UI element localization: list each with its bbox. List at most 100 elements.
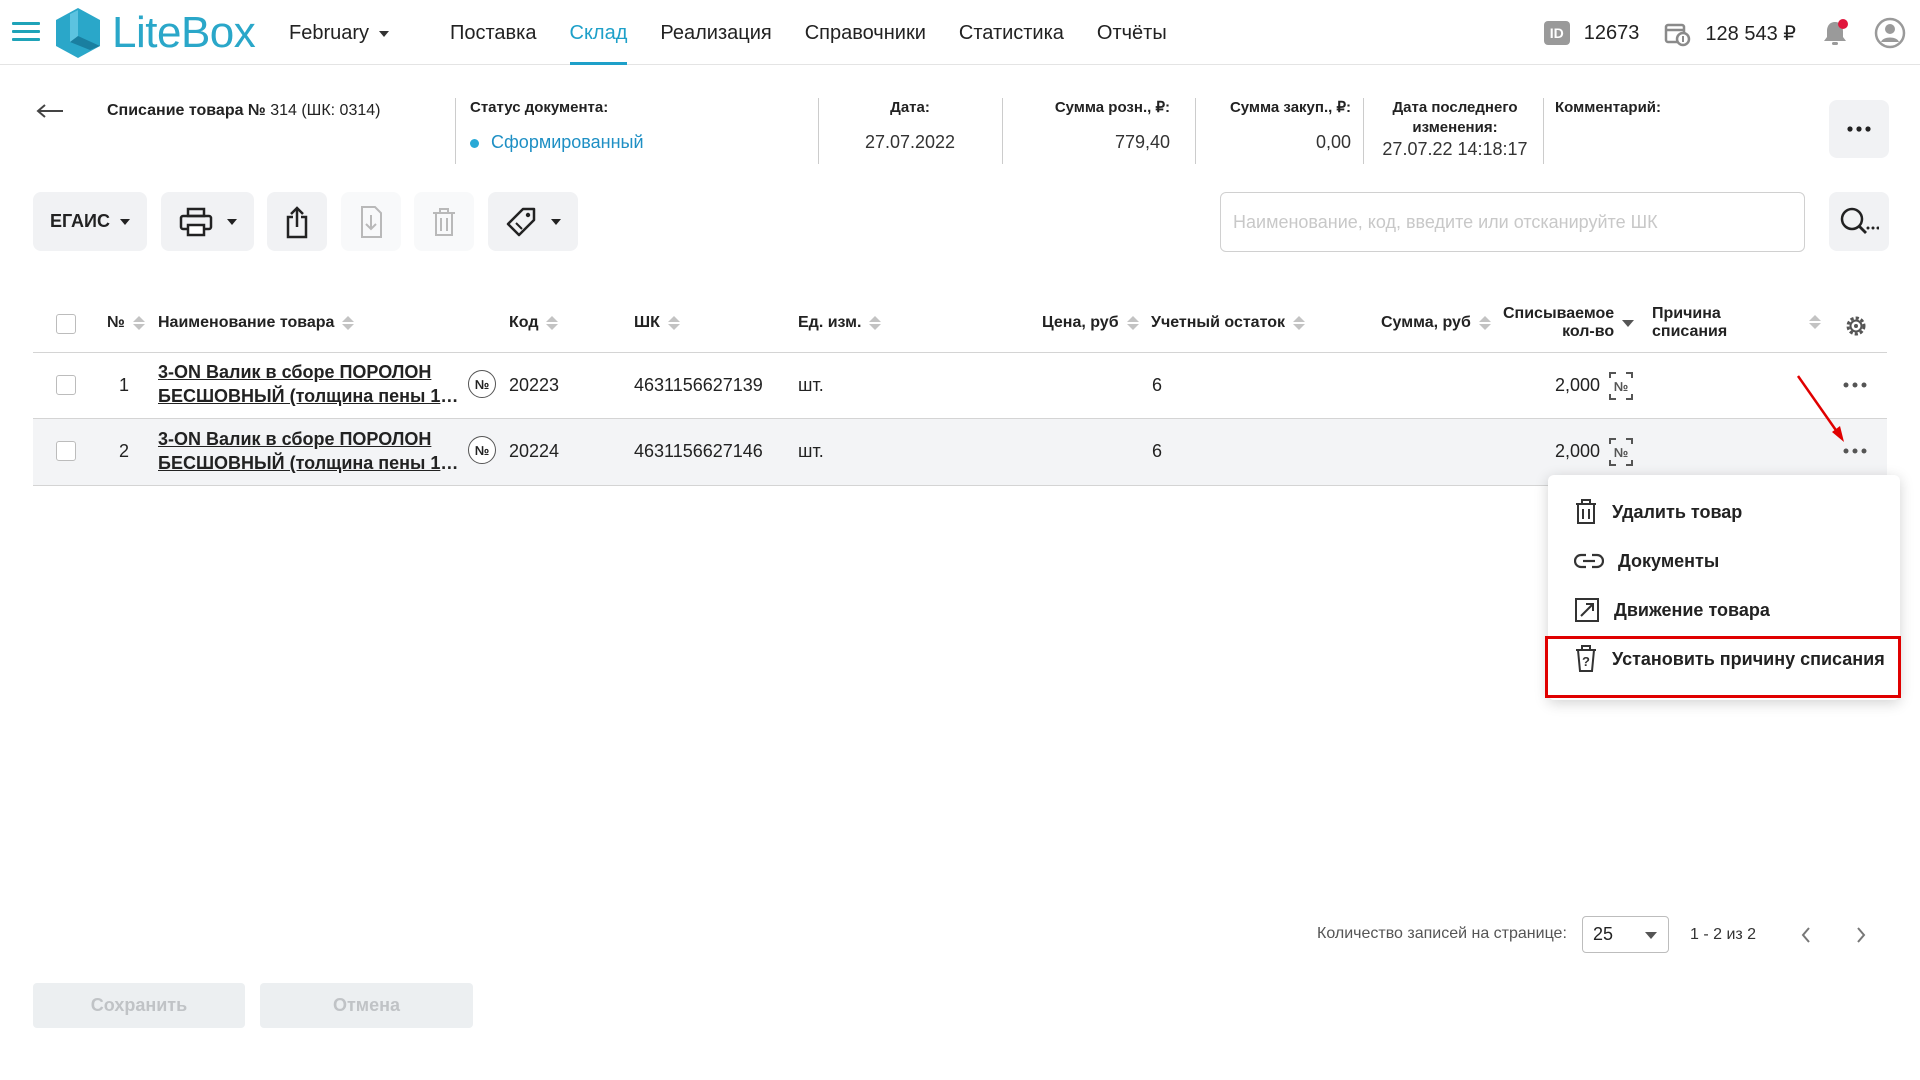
row-writeoff-qty[interactable]: 2,000 <box>1555 375 1600 396</box>
row-stock: 6 <box>1152 441 1163 461</box>
price-tag-button[interactable] <box>488 192 578 251</box>
printer-icon <box>179 207 212 236</box>
menu-item-documents[interactable]: Документы <box>1574 541 1719 581</box>
product-name-link[interactable]: 3-ON Валик в сборе ПОРОЛОН БЕСШОВНЫЙ (то… <box>158 360 463 408</box>
delete-button[interactable] <box>414 192 474 251</box>
nav-item-warehouse[interactable]: Склад <box>569 0 627 65</box>
nav-item-directories[interactable]: Справочники <box>805 0 926 65</box>
column-header-writeoff-qty[interactable]: Списываемое кол-во <box>1503 305 1635 341</box>
link-icon <box>1574 553 1604 569</box>
export-button[interactable] <box>267 192 327 251</box>
column-header-sum[interactable]: Сумма, руб <box>1381 314 1491 332</box>
print-button[interactable] <box>161 192 254 251</box>
gear-icon[interactable] <box>1844 314 1868 338</box>
column-header-price[interactable]: Цена, руб <box>1042 314 1139 332</box>
user-avatar-icon[interactable] <box>1874 17 1906 49</box>
row-writeoff-qty[interactable]: 2,000 <box>1555 441 1600 462</box>
column-header-unit[interactable]: Ед. изм. <box>798 314 882 332</box>
date-value: 27.07.2022 <box>864 132 956 152</box>
column-header-name[interactable]: Наименование товара <box>158 314 355 332</box>
barcode-number-icon[interactable]: № <box>1608 437 1634 467</box>
row-unit: шт. <box>798 441 824 461</box>
search-button[interactable] <box>1829 192 1889 251</box>
menu-item-label: Удалить товар <box>1612 501 1743 522</box>
select-all-checkbox[interactable] <box>56 314 76 334</box>
egais-button[interactable]: ЕГАИС <box>33 192 147 251</box>
menu-item-product-movement[interactable]: Движение товара <box>1574 590 1770 630</box>
status-dot-icon <box>470 138 479 148</box>
trash-icon <box>1576 499 1596 524</box>
row-num: 1 <box>119 375 130 395</box>
sort-icon <box>1292 316 1305 330</box>
divider <box>818 98 819 164</box>
last-change-label-2: изменения: <box>1412 119 1498 136</box>
barcode-number-icon[interactable]: № <box>1608 371 1634 401</box>
menu-item-label: Движение товара <box>1614 599 1770 620</box>
cancel-button[interactable]: Отмена <box>260 983 473 1028</box>
product-name-link[interactable]: 3-ON Валик в сборе ПОРОЛОН БЕСШОВНЫЙ (то… <box>158 427 463 475</box>
sort-icon <box>1478 316 1491 330</box>
import-button[interactable] <box>341 192 401 251</box>
menu-item-label: Документы <box>1618 550 1720 571</box>
store-selector[interactable]: February <box>289 22 390 45</box>
column-header-sum-label: Сумма, руб <box>1381 314 1471 331</box>
id-icon: ID <box>1543 21 1570 45</box>
row-more-icon[interactable] <box>1843 448 1867 454</box>
menu-item-delete-product[interactable]: Удалить товар <box>1574 492 1742 532</box>
column-header-stock[interactable]: Учетный остаток <box>1151 314 1305 332</box>
chevron-down-icon <box>551 218 561 225</box>
user-id: 12673 <box>1583 21 1640 44</box>
purchase-sum-value: 0,00 <box>1315 132 1351 152</box>
nav-item-reports[interactable]: Отчёты <box>1097 0 1167 65</box>
logo-text: LiteBox <box>112 8 256 57</box>
retail-sum-value: 779,40 <box>1114 132 1170 152</box>
document-title-number: 314 (ШК: 0314) <box>265 102 381 119</box>
column-header-reason[interactable]: Причина списания <box>1652 305 1727 341</box>
svg-text:№: № <box>1614 379 1629 394</box>
number-badge-icon[interactable]: № <box>468 370 496 398</box>
bell-icon[interactable] <box>1820 18 1850 48</box>
column-header-barcode[interactable]: ШК <box>634 314 680 332</box>
row-checkbox[interactable] <box>56 375 76 395</box>
number-badge-icon[interactable]: № <box>468 436 496 464</box>
sort-icon[interactable] <box>1809 315 1821 329</box>
product-name-line-1: 3-ON Валик в сборе ПОРОЛОН <box>158 362 432 382</box>
column-header-code[interactable]: Код <box>509 314 559 332</box>
nav-item-supply[interactable]: Поставка <box>450 0 537 65</box>
last-change-value: 27.07.22 14:18:17 <box>1382 139 1528 159</box>
sort-icon <box>869 316 882 330</box>
comment-block: Комментарий: <box>1555 98 1661 118</box>
document-more-button[interactable] <box>1829 100 1889 158</box>
document-title-bold: Списание товара № <box>107 102 266 119</box>
product-name-line-2: БЕСШОВНЫЙ (толщина пены 12 мм) <box>158 386 463 406</box>
chevron-down-icon <box>379 30 390 37</box>
row-checkbox[interactable] <box>56 441 76 461</box>
wallet-icon <box>1665 23 1691 47</box>
menu-icon[interactable] <box>12 22 40 44</box>
logo[interactable]: LiteBox <box>52 4 256 62</box>
divider <box>1002 98 1003 164</box>
pagination-range: 1 - 2 из 2 <box>1690 926 1757 943</box>
chevron-right-icon[interactable] <box>1855 926 1867 944</box>
divider <box>455 98 456 164</box>
column-header-name-label: Наименование товара <box>158 314 335 331</box>
purchase-sum-label: Сумма закуп., ₽: <box>1229 99 1351 116</box>
column-header-num[interactable]: № <box>107 314 145 332</box>
row-code: 20224 <box>509 441 560 461</box>
column-header-price-label: Цена, руб <box>1042 314 1119 331</box>
product-name-line-2: БЕСШОВНЫЙ (толщина пены 12 мм) <box>158 453 463 473</box>
per-page-select[interactable]: 25 <box>1582 916 1669 953</box>
nav-item-statistics[interactable]: Статистика <box>959 0 1064 65</box>
back-arrow-icon[interactable] <box>36 104 64 118</box>
nav-item-sales[interactable]: Реализация <box>660 0 771 65</box>
chevron-left-icon[interactable] <box>1800 926 1812 944</box>
sort-icon <box>132 316 145 330</box>
divider <box>1543 98 1544 164</box>
save-button[interactable]: Сохранить <box>33 983 245 1028</box>
retail-sum-block: Сумма розн., ₽: 779,40 <box>1010 98 1170 153</box>
column-header-writeoff-qty-label: Списываемое <box>1503 305 1615 322</box>
store-name: February <box>289 22 370 44</box>
status-block: Статус документа: Сформированный <box>470 98 644 153</box>
per-page-label: Количество записей на странице: <box>1317 925 1567 942</box>
search-input[interactable] <box>1220 192 1805 252</box>
